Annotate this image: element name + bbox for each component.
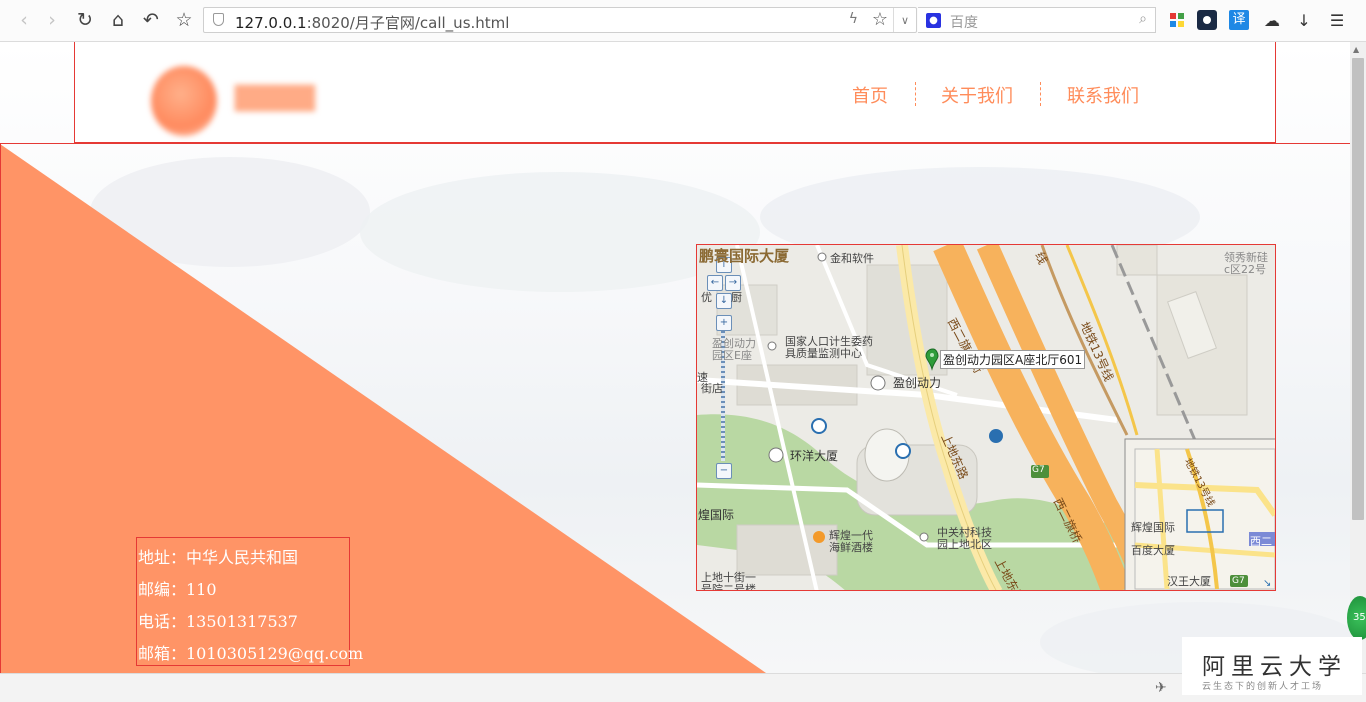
- browser-status-bar: ✈: [0, 673, 1366, 702]
- download-icon[interactable]: ↓: [1294, 10, 1314, 30]
- nav-divider: [915, 82, 916, 106]
- map-place-label: c区22号: [1224, 263, 1267, 276]
- favorite-star-icon[interactable]: ☆: [872, 9, 888, 30]
- shield-icon: [213, 13, 224, 26]
- map-place-label: 具质量监测中心: [785, 347, 862, 360]
- floating-badge[interactable]: 35: [1347, 596, 1366, 640]
- search-box[interactable]: ● 百度 ⌕: [918, 7, 1156, 33]
- site-logo-image: [151, 66, 217, 136]
- apps-grid-icon[interactable]: [1167, 10, 1187, 30]
- nav-divider: [1040, 82, 1041, 106]
- bookmark-star-icon[interactable]: ☆: [172, 8, 196, 32]
- map-place-label: 优: [701, 291, 712, 304]
- map-place-label: 园区E座: [712, 349, 752, 362]
- contact-address: 地址：中华人民共和国: [138, 548, 299, 567]
- forward-icon[interactable]: ›: [40, 8, 64, 32]
- search-icon[interactable]: ⌕: [1139, 11, 1147, 27]
- map-place-label: 园上地北区: [937, 538, 992, 551]
- map-pan-down-icon[interactable]: ↓: [716, 293, 732, 309]
- theme-icon[interactable]: [1197, 10, 1217, 30]
- map-place-label: 厨: [731, 291, 742, 304]
- overview-label: 辉煌国际: [1131, 521, 1175, 534]
- overview-label: 百度大厦: [1131, 544, 1175, 557]
- contact-postcode: 邮编：110: [138, 580, 217, 599]
- site-header: ▇▇▇▇ 首页 关于我们 联系我们: [74, 42, 1276, 143]
- map-zoom-in-icon[interactable]: +: [716, 315, 732, 331]
- baidu-paw-icon: ●: [926, 13, 941, 28]
- scroll-up-icon[interactable]: ▲: [1353, 45, 1359, 54]
- map-pin-label[interactable]: 盈创动力园区A座北厅601: [940, 350, 1086, 369]
- pin-icon[interactable]: ✈: [1155, 680, 1167, 696]
- overview-collapse-icon[interactable]: ↘: [1263, 578, 1271, 589]
- map-place-label: 环洋大厦: [790, 449, 839, 463]
- search-placeholder: 百度: [950, 15, 978, 31]
- contact-info-box: 地址：中华人民共和国 邮编：110 电话：13501317537 邮箱：1010…: [136, 537, 363, 666]
- map-place-label: 街店: [701, 382, 723, 395]
- vertical-scrollbar[interactable]: ▲: [1350, 42, 1366, 673]
- page-viewport: ▇▇▇▇ 首页 关于我们 联系我们 地址：中华人民共和国 邮编：110 电话：1…: [0, 42, 1350, 673]
- site-logo-text: ▇▇▇▇: [235, 82, 315, 112]
- nav-contact[interactable]: 联系我们: [1067, 82, 1139, 108]
- overview-label: 西二: [1250, 535, 1272, 548]
- map-zoom-out-icon[interactable]: −: [716, 463, 732, 479]
- overview-shield: G7: [1232, 576, 1245, 586]
- address-bar[interactable]: 127.0.0.1:8020/月子官网/call_us.html ϟ ☆ ∨: [203, 7, 917, 33]
- browser-toolbar: ‹ › ↻ ⌂ ↶ ☆ 127.0.0.1:8020/月子官网/call_us.…: [0, 0, 1366, 42]
- url-text: 127.0.0.1:8020/月子官网/call_us.html: [235, 14, 510, 32]
- nav-about[interactable]: 关于我们: [941, 82, 1013, 108]
- map-place-label: 盈创动力: [893, 376, 942, 390]
- menu-icon[interactable]: ☰: [1327, 10, 1347, 30]
- chevron-down-icon[interactable]: ∨: [893, 8, 916, 32]
- contact-email[interactable]: 邮箱：1010305129@qq.com: [138, 640, 363, 664]
- translate-icon[interactable]: 译: [1229, 10, 1249, 30]
- map-place-label: 号院二号楼: [701, 583, 756, 591]
- home-icon[interactable]: ⌂: [106, 8, 130, 32]
- reload-icon[interactable]: ↻: [73, 8, 97, 32]
- map-place-label: 金和软件: [830, 252, 874, 265]
- nav-home[interactable]: 首页: [852, 82, 888, 108]
- map-zoom-control[interactable]: ↑ ← → ↓ + −: [707, 257, 741, 479]
- map-place-label: 鹏寰国际大厦: [699, 247, 790, 265]
- watermark-overlay: 阿里云大学 云生态下的创新人才工场: [1182, 637, 1362, 695]
- highway-shield: G7: [1032, 465, 1045, 475]
- decorative-triangle: [0, 144, 766, 673]
- overview-label: 汉王大厦: [1167, 575, 1211, 588]
- location-map[interactable]: ↑ ← → ↓ + − 鹏寰国际大厦 金和软件 优 厨 国家人口计生委药 具质量…: [696, 244, 1276, 591]
- cloud-icon[interactable]: ☁: [1262, 10, 1282, 30]
- back-icon[interactable]: ‹: [12, 8, 36, 32]
- scrollbar-thumb[interactable]: [1352, 58, 1364, 520]
- map-place-label: 海鲜酒楼: [829, 541, 873, 554]
- lightning-icon[interactable]: ϟ: [849, 11, 858, 27]
- undo-icon[interactable]: ↶: [139, 8, 163, 32]
- watermark-title: 阿里云大学: [1202, 654, 1347, 680]
- watermark-subtitle: 云生态下的创新人才工场: [1202, 682, 1324, 692]
- map-place-label: 煌国际: [698, 508, 735, 522]
- contact-phone: 电话：13501317537: [138, 612, 298, 631]
